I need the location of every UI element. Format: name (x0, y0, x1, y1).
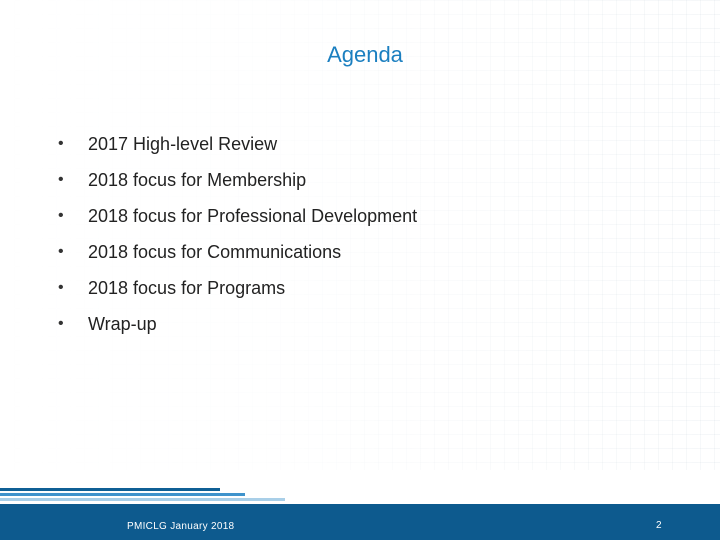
agenda-list: • 2017 High-level Review • 2018 focus fo… (58, 126, 417, 342)
bullet-icon: • (58, 315, 64, 332)
agenda-item: • 2018 focus for Programs (58, 270, 417, 306)
bullet-icon: • (58, 243, 64, 260)
bullet-icon: • (58, 135, 64, 152)
agenda-item-text: 2018 focus for Communications (88, 241, 342, 262)
agenda-item: • 2018 focus for Membership (58, 162, 417, 198)
footer-stripes (0, 486, 720, 504)
agenda-item: • Wrap-up (58, 306, 417, 342)
stripe-light (0, 498, 285, 501)
agenda-item-text: 2018 focus for Programs (88, 277, 286, 298)
footer-bar (0, 504, 720, 540)
stripe-dark (0, 488, 220, 491)
bullet-icon: • (58, 171, 64, 188)
page-number: 2 (656, 520, 662, 531)
slide-title: Agenda (327, 42, 403, 67)
bullet-icon: • (58, 207, 64, 224)
agenda-item: • 2017 High-level Review (58, 126, 417, 162)
footer-text: PMICLG January 2018 (127, 521, 235, 532)
agenda-item: • 2018 focus for Professional Developmen… (58, 198, 417, 234)
agenda-item: • 2018 focus for Communications (58, 234, 417, 270)
stripe-mid (0, 493, 245, 496)
agenda-item-text: 2017 High-level Review (88, 133, 278, 154)
agenda-item-text: 2018 focus for Professional Development (88, 205, 418, 226)
agenda-item-text: Wrap-up (88, 313, 157, 334)
bullet-icon: • (58, 279, 64, 296)
agenda-item-text: 2018 focus for Membership (88, 169, 307, 190)
